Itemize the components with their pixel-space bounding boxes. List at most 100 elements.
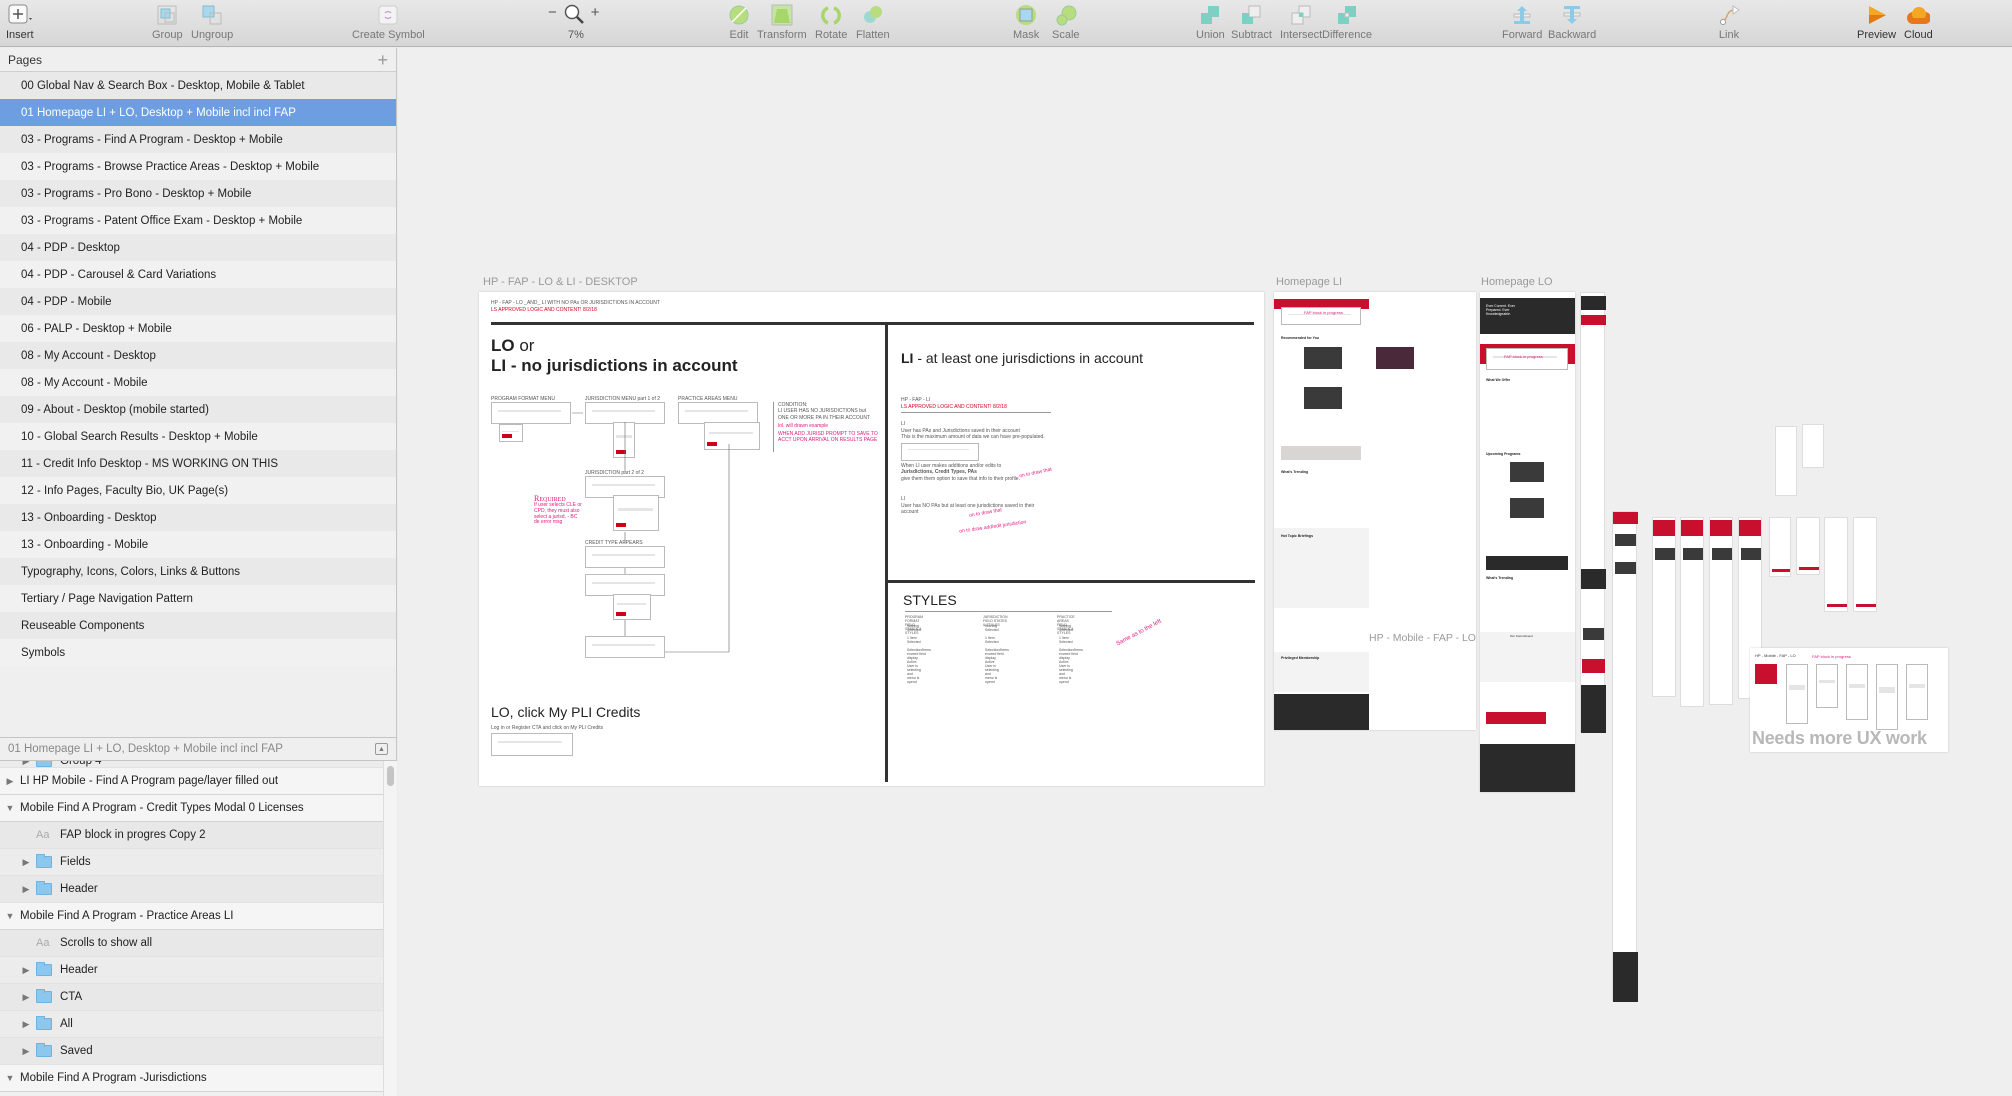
page-item[interactable]: 03 - Programs - Browse Practice Areas - … — [0, 153, 396, 180]
zoom-out-button[interactable]: − — [548, 4, 557, 21]
page-item[interactable]: 04 - PDP - Desktop — [0, 234, 396, 261]
page-item[interactable]: Reuseable Components — [0, 612, 396, 639]
artboard-label-desktop[interactable]: HP - FAP - LO & LI - DESKTOP — [483, 276, 638, 288]
folder-icon — [36, 881, 52, 895]
create-symbol-button[interactable]: Create Symbol — [352, 3, 425, 41]
page-item[interactable]: 13 - Onboarding - Mobile — [0, 531, 396, 558]
styles-row-label: Nothing Selected — [1059, 624, 1073, 632]
flatten-icon — [861, 3, 885, 27]
layer-label: Scrolls to show all — [60, 937, 153, 949]
artboard-mobile-screen[interactable] — [1769, 517, 1791, 577]
layer-row[interactable]: ▶ Saved — [0, 1038, 383, 1065]
artboard-label-homepage-lo[interactable]: Homepage LO — [1481, 276, 1553, 288]
page-item[interactable]: 09 - About - Desktop (mobile started) — [0, 396, 396, 423]
insert-button[interactable]: Insert — [6, 3, 34, 41]
rotate-button[interactable]: Rotate — [815, 3, 847, 41]
preview-button[interactable]: Preview — [1857, 3, 1896, 41]
page-item[interactable]: Symbols — [0, 639, 396, 666]
collapse-layers-button[interactable]: ▲ — [375, 743, 388, 755]
page-item[interactable]: 13 - Onboarding - Desktop — [0, 504, 396, 531]
disclosure-collapsed-icon[interactable]: ▶ — [16, 884, 36, 895]
layer-row[interactable]: ▼ Mobile Find A Program - Credit Types Mo… — [0, 795, 383, 822]
artboard-mobile-screen[interactable] — [1709, 517, 1733, 705]
disclosure-collapsed-icon[interactable]: ▶ — [0, 776, 20, 787]
artboard-mobile-screen[interactable] — [1796, 517, 1820, 575]
disclosure-collapsed-icon[interactable]: ▶ — [16, 965, 36, 976]
page-item[interactable]: 06 - PALP - Desktop + Mobile — [0, 315, 396, 342]
artboard-mobile-screen[interactable] — [1680, 517, 1704, 707]
layer-row[interactable]: ▶ Group 4 — [0, 761, 383, 768]
layers-scrollbar[interactable] — [383, 761, 397, 1096]
page-item[interactable]: 04 - PDP - Carousel & Card Variations — [0, 261, 396, 288]
layer-row[interactable]: ▶AaFAP block in progres Copy 2 — [0, 822, 383, 849]
artboard-desktop[interactable]: HP - FAP - LO _AND_ LI WITH NO PAs OR JU… — [479, 292, 1264, 786]
scale-button[interactable]: Scale — [1052, 3, 1080, 41]
link-button[interactable]: Link — [1717, 3, 1741, 41]
page-item[interactable]: 01 Homepage LI + LO, Desktop + Mobile in… — [0, 99, 396, 126]
page-item[interactable]: 08 - My Account - Desktop — [0, 342, 396, 369]
page-item[interactable]: Typography, Icons, Colors, Links & Butto… — [0, 558, 396, 585]
layer-row[interactable]: ▶ CTA — [0, 984, 383, 1011]
layer-row[interactable]: ▶ Fields — [0, 849, 383, 876]
layers-header: 01 Homepage LI + LO, Desktop + Mobile in… — [0, 737, 396, 761]
artboard-mobile-screen[interactable] — [1652, 517, 1676, 697]
layer-row[interactable]: ▶ LI HP Mobile - Find A Program page/laye… — [0, 768, 383, 795]
page-item[interactable]: Tertiary / Page Navigation Pattern — [0, 585, 396, 612]
artboard-homepage-lo[interactable]: Ever Current. Ever Prepared. Ever Knowle… — [1480, 292, 1575, 792]
page-item[interactable]: 03 - Programs - Find A Program - Desktop… — [0, 126, 396, 153]
layer-row[interactable]: ▶ Header — [0, 957, 383, 984]
flatten-button[interactable]: Flatten — [856, 3, 890, 41]
artboard-mobile-screen[interactable] — [1824, 517, 1848, 612]
artboard-mobile-screen[interactable] — [1853, 517, 1877, 612]
subtract-button[interactable]: Subtract — [1231, 3, 1272, 41]
scrollbar-thumb[interactable] — [387, 766, 394, 786]
disclosure-expanded-icon[interactable]: ▼ — [0, 911, 20, 921]
edit-icon — [727, 3, 751, 27]
disclosure-collapsed-icon[interactable]: ▶ — [16, 992, 36, 1003]
layer-row[interactable]: ▶ All — [0, 1011, 383, 1038]
zoom-in-button[interactable]: + — [591, 4, 600, 21]
artboard-label-mobile-fap-lo[interactable]: HP - Mobile - FAP - LO — [1369, 632, 1476, 644]
disclosure-collapsed-icon[interactable]: ▶ — [16, 1019, 36, 1030]
mask-button[interactable]: Mask — [1013, 3, 1039, 41]
disclosure-collapsed-icon[interactable]: ▶ — [16, 761, 36, 767]
layer-row[interactable]: ▶ Header — [0, 876, 383, 903]
backward-button[interactable]: Backward — [1548, 3, 1596, 41]
page-item[interactable]: 12 - Info Pages, Faculty Bio, UK Page(s) — [0, 477, 396, 504]
artboard-mobile-fap-lo[interactable]: HP - Mobile - FAP - LO FAP block in prog… — [1750, 648, 1948, 752]
cloud-button[interactable]: Cloud — [1904, 3, 1933, 41]
intersect-button[interactable]: Intersect — [1280, 3, 1322, 41]
page-item[interactable]: 04 - PDP - Mobile — [0, 288, 396, 315]
page-item[interactable]: 00 Global Nav & Search Box - Desktop, Mo… — [0, 72, 396, 99]
artboard-mobile-lo[interactable] — [1580, 292, 1606, 733]
ungroup-button[interactable]: Ungroup — [191, 3, 233, 41]
artboard-mobile-menu-1[interactable] — [1775, 426, 1797, 496]
ungroup-icon — [200, 3, 224, 27]
layer-row[interactable]: ▼ Mobile Find A Program -Jurisdictions — [0, 1065, 383, 1092]
page-item[interactable]: 03 - Programs - Pro Bono - Desktop + Mob… — [0, 180, 396, 207]
disclosure-expanded-icon[interactable]: ▼ — [0, 803, 20, 813]
subtract-icon — [1239, 3, 1263, 27]
page-item[interactable]: 08 - My Account - Mobile — [0, 369, 396, 396]
page-item[interactable]: 10 - Global Search Results - Desktop + M… — [0, 423, 396, 450]
forward-button[interactable]: Forward — [1502, 3, 1542, 41]
canvas[interactable]: HP - FAP - LO & LI - DESKTOP HP - FAP - … — [398, 48, 2012, 1096]
page-item[interactable]: 03 - Programs - Patent Office Exam - Des… — [0, 207, 396, 234]
difference-button[interactable]: Difference — [1322, 3, 1372, 41]
artboard-homepage-li[interactable]: FAP block in progress Recommended for Yo… — [1274, 292, 1476, 730]
group-button[interactable]: Group — [152, 3, 183, 41]
edit-button[interactable]: Edit — [727, 3, 751, 41]
layer-label: CTA — [60, 991, 83, 1003]
disclosure-expanded-icon[interactable]: ▼ — [0, 1073, 20, 1083]
disclosure-collapsed-icon[interactable]: ▶ — [16, 1046, 36, 1057]
union-button[interactable]: Union — [1196, 3, 1225, 41]
transform-button[interactable]: Transform — [757, 3, 807, 41]
disclosure-collapsed-icon[interactable]: ▶ — [16, 857, 36, 868]
page-item[interactable]: 11 - Credit Info Desktop - MS WORKING ON… — [0, 450, 396, 477]
artboard-label-homepage-li[interactable]: Homepage LI — [1276, 276, 1342, 288]
layer-row[interactable]: ▼ Mobile Find A Program - Practice Areas … — [0, 903, 383, 930]
artboard-mobile-menu-2[interactable] — [1802, 424, 1824, 468]
layer-row[interactable]: ▶AaScrolls to show all — [0, 930, 383, 957]
artboard-mobile-li-long[interactable] — [1612, 511, 1638, 1002]
add-page-button[interactable]: + — [377, 51, 388, 69]
